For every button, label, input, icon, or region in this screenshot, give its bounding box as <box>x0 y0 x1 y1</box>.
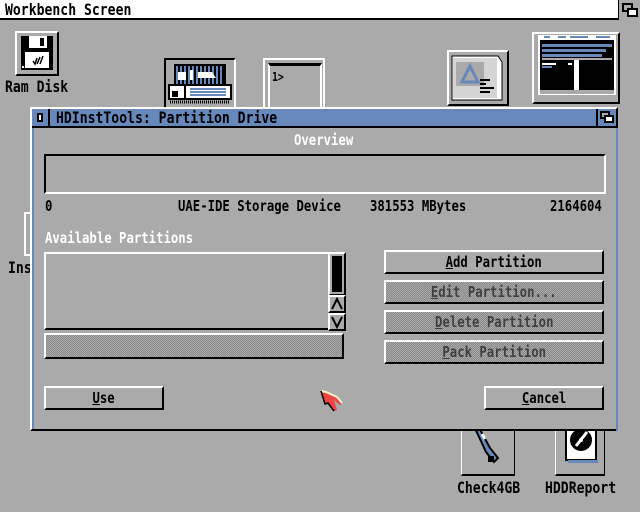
screen-depth-gadget[interactable] <box>618 0 640 20</box>
icon-ram-disk[interactable]: Ram Disk <box>5 31 75 96</box>
partitions-listview[interactable] <box>44 252 330 330</box>
arrow-up-icon <box>331 297 343 310</box>
overview-drive-map <box>44 154 606 194</box>
icon-hddreport[interactable]: HDDReport <box>545 420 625 500</box>
edit-partition-button[interactable]: Edit Partition... <box>384 280 604 304</box>
close-gadget[interactable] <box>32 109 50 126</box>
scroll-knob[interactable] <box>332 256 342 292</box>
drive-start-cylinder: 0 <box>45 197 53 215</box>
icon-shell[interactable]: 1> <box>263 58 325 108</box>
available-partitions-label: Available Partitions <box>45 229 194 247</box>
icon-check4gb[interactable]: Check4GB <box>457 420 528 500</box>
window-left-border <box>32 128 34 429</box>
window-title-bar[interactable]: HDInstTools: Partition Drive <box>32 108 616 128</box>
screen-preview-icon <box>538 35 616 95</box>
use-button[interactable]: Use <box>44 386 164 410</box>
delete-partition-button[interactable]: Delete Partition <box>384 310 604 334</box>
close-icon <box>37 113 43 122</box>
screen-title: Workbench Screen <box>5 0 132 19</box>
drive-size: 381553 MBytes <box>370 197 467 215</box>
depth-front-icon <box>604 115 614 123</box>
mouse-pointer-icon <box>320 390 343 412</box>
add-partition-button[interactable]: Add Partition <box>384 250 604 274</box>
window-depth-gadget[interactable] <box>596 109 616 126</box>
arrow-down-icon <box>331 316 343 329</box>
scroll-up-button[interactable] <box>328 295 346 313</box>
pack-partition-button[interactable]: Pack Partition <box>384 340 604 364</box>
partitions-scrollbar[interactable] <box>328 252 346 296</box>
screen-title-bar[interactable]: Workbench Screen <box>0 0 640 20</box>
icon-label: Ram Disk <box>5 77 69 96</box>
window-title: HDInstTools: Partition Drive <box>56 108 278 127</box>
floppy-disk-icon <box>21 36 53 70</box>
icon-prefs-drawer[interactable] <box>164 58 236 108</box>
drive-end-cylinder: 2164604 <box>550 197 602 215</box>
partition-drive-window: HDInstTools: Partition Drive Overview 0 … <box>30 107 618 431</box>
drive-device-name: UAE-IDE Storage Device <box>178 197 341 215</box>
window-right-border <box>616 128 618 431</box>
icon-showconfig[interactable] <box>447 50 509 106</box>
icon-label: Ins <box>8 258 32 277</box>
depth-front-icon <box>627 8 638 17</box>
icon-label: HDDReport <box>545 478 617 497</box>
prefs-icon <box>168 64 232 104</box>
icon-workbench-window[interactable] <box>532 32 620 104</box>
document-triangle-icon <box>451 55 503 101</box>
overview-label: Overview <box>294 131 354 149</box>
partition-name-field <box>44 333 344 359</box>
shell-prompt: 1> <box>272 70 284 84</box>
scroll-down-button[interactable] <box>328 313 346 331</box>
icon-label: Check4GB <box>457 478 521 497</box>
cancel-button[interactable]: Cancel <box>484 386 604 410</box>
ram-disk-frame <box>15 31 59 76</box>
